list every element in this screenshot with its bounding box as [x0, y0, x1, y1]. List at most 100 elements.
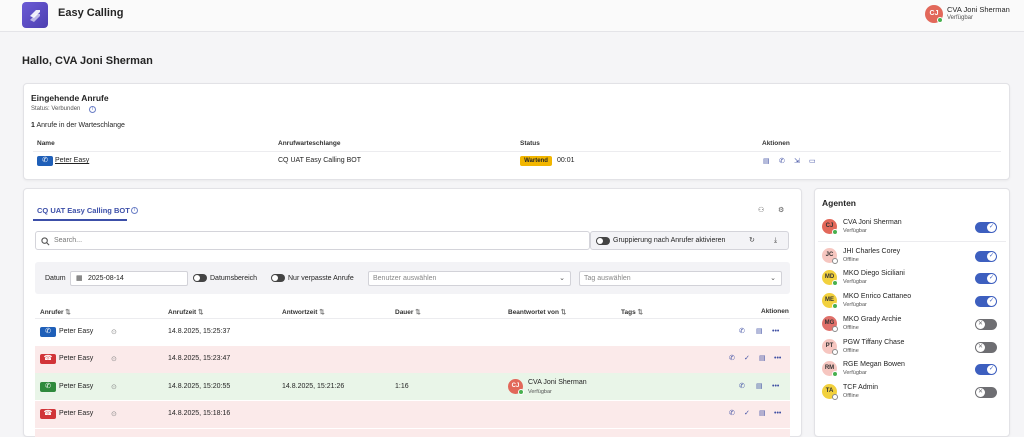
column-header-caller[interactable]: Anrufer ⇅	[40, 308, 71, 316]
incoming-calls-card	[23, 83, 1010, 180]
status-offline-icon	[832, 326, 838, 332]
status-available-icon	[518, 389, 524, 395]
incoming-call-icon: ✆	[37, 156, 53, 166]
column-header-duration[interactable]: Dauer ⇅	[395, 308, 421, 316]
call-time: 14.8.2025, 15:23:47	[168, 355, 231, 362]
voicemail-icon[interactable]: ▭	[809, 158, 816, 166]
agent-name: RGE Megan Bowen	[843, 361, 905, 368]
call-back-icon[interactable]: ✆	[729, 355, 735, 363]
clock-icon: ⊙	[111, 411, 117, 418]
call-time: 14.8.2025, 15:20:55	[168, 383, 231, 390]
date-range-label: Datumsbereich	[210, 275, 258, 282]
call-back-icon[interactable]: ✆	[739, 328, 745, 336]
forward-icon[interactable]: ⇲	[794, 158, 800, 166]
user-status: Verfügbar	[947, 15, 974, 21]
notes-icon[interactable]: ▤	[756, 328, 763, 336]
caller-link[interactable]: Peter Easy	[55, 157, 89, 164]
date-range-toggle[interactable]	[193, 274, 207, 282]
download-icon[interactable]: ⤓	[774, 237, 777, 245]
refresh-icon[interactable]: ↻	[749, 237, 755, 245]
search-icon	[41, 237, 50, 246]
gear-icon[interactable]: ⚙	[778, 207, 784, 215]
divider	[33, 151, 1001, 152]
missed-only-toggle[interactable]	[271, 274, 285, 282]
caller-name: Peter Easy	[59, 410, 94, 417]
answer-time: 14.8.2025, 15:21:26	[282, 383, 345, 390]
status-available-icon	[832, 229, 838, 235]
agent-toggle[interactable]: ✓	[975, 222, 997, 233]
table-row	[35, 319, 790, 346]
column-header-call-time[interactable]: Anrufzeit ⇅	[168, 308, 203, 316]
call-back-icon[interactable]: ✆	[739, 383, 745, 391]
tag-select[interactable]: Tag auswählen ⌄	[579, 271, 782, 286]
agent-toggle[interactable]: ✓	[975, 364, 997, 375]
column-header-answered-by[interactable]: Beantwortet von ⇅	[508, 308, 566, 316]
agent-status: Verfügbar	[843, 370, 867, 376]
clock-icon: ⊙	[111, 356, 117, 363]
status-available-icon	[832, 280, 838, 286]
date-field[interactable]: ▦ 2025-08-14	[70, 271, 188, 286]
check-icon: ✓	[987, 252, 996, 261]
status-offline-icon	[832, 394, 838, 400]
mark-done-icon[interactable]: ✓	[744, 410, 750, 418]
more-icon[interactable]: •••	[774, 355, 781, 363]
close-icon: ✕	[976, 320, 985, 329]
notes-icon[interactable]: ▤	[763, 158, 770, 166]
chevron-down-icon: ⌄	[559, 275, 565, 282]
notes-icon[interactable]: ▤	[759, 410, 766, 418]
agent-status: Offline	[843, 348, 859, 354]
missed-only-label: Nur verpasste Anrufe	[288, 275, 354, 282]
agents-title: Agenten	[822, 198, 856, 208]
agent-name: MKO Diego Siciliani	[843, 270, 905, 277]
more-icon[interactable]: •••	[772, 383, 779, 391]
active-tab-indicator	[33, 219, 127, 221]
table-row	[35, 429, 790, 437]
info-icon[interactable]: i	[89, 106, 96, 113]
group-toggle-label: Gruppierung nach Anrufer aktivieren	[613, 237, 726, 244]
agent-status: Offline	[843, 393, 859, 399]
agent-name: PGW Tiffany Chase	[843, 339, 905, 346]
close-icon: ✕	[976, 343, 985, 352]
page-title: Hallo, CVA Joni Sherman	[22, 55, 153, 67]
notes-icon[interactable]: ▤	[756, 383, 763, 391]
close-icon: ✕	[976, 388, 985, 397]
caller-name: Peter Easy	[59, 383, 94, 390]
clock-icon: ⊙	[111, 384, 117, 391]
notes-icon[interactable]: ▤	[759, 355, 766, 363]
info-icon[interactable]: i	[131, 207, 138, 214]
missed-call-icon: ☎	[40, 354, 56, 364]
group-by-caller-toggle[interactable]	[596, 237, 610, 245]
transfer-call-icon[interactable]: ✆	[779, 158, 785, 166]
column-header-name: Name	[37, 140, 55, 147]
column-header-answer-time[interactable]: Antwortzeit ⇅	[282, 308, 325, 316]
app-title: Easy Calling	[58, 7, 124, 19]
answered-call-icon: ✆	[40, 382, 56, 392]
column-header-actions: Aktionen	[761, 308, 789, 315]
more-icon[interactable]: •••	[772, 328, 779, 336]
user-select[interactable]: Benutzer auswählen ⌄	[368, 271, 571, 286]
check-icon: ✓	[987, 297, 996, 306]
agent-toggle[interactable]: ✕	[975, 387, 997, 398]
agent-toggle[interactable]: ✕	[975, 319, 997, 330]
column-header-tags[interactable]: Tags ⇅	[621, 308, 643, 316]
caller-name: Peter Easy	[59, 328, 94, 335]
more-icon[interactable]: •••	[774, 410, 781, 418]
call-time: 14.8.2025, 15:18:16	[168, 410, 231, 417]
agent-toggle[interactable]: ✕	[975, 342, 997, 353]
call-back-icon[interactable]: ✆	[729, 410, 735, 418]
search-placeholder: Search...	[54, 237, 83, 244]
agent-name: JHI Charles Corey	[843, 248, 901, 255]
tab-queue[interactable]: CQ UAT Easy Calling BOT	[37, 206, 130, 215]
search-input[interactable]: Search...	[35, 231, 590, 250]
column-header-queue: Anrufwarteschlange	[278, 140, 341, 147]
mark-done-icon[interactable]: ✓	[744, 355, 750, 363]
check-icon: ✓	[987, 365, 996, 374]
column-header-status: Status	[520, 140, 540, 147]
agent-toggle[interactable]: ✓	[975, 296, 997, 307]
agent-name: MKO Enrico Cattaneo	[843, 293, 912, 300]
agent-toggle[interactable]: ✓	[975, 273, 997, 284]
status-available-icon	[832, 303, 838, 309]
agent-toggle[interactable]: ✓	[975, 251, 997, 262]
users-settings-icon[interactable]: ⚇	[758, 207, 764, 215]
divider	[818, 241, 1006, 242]
